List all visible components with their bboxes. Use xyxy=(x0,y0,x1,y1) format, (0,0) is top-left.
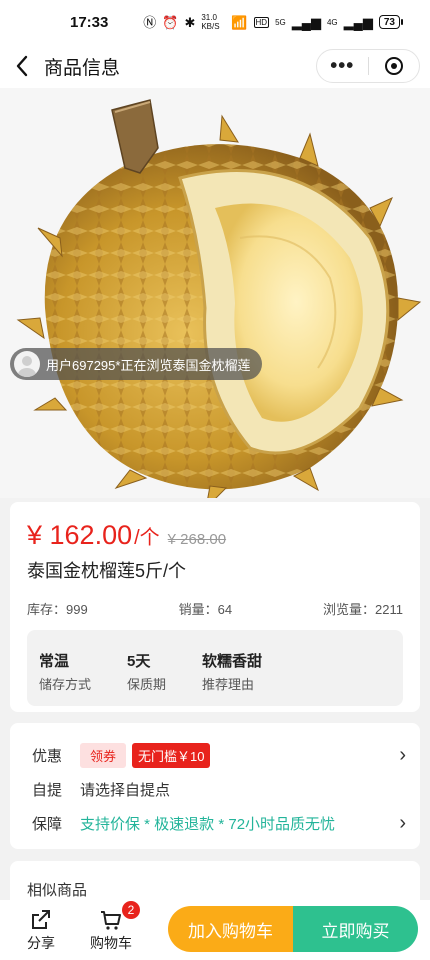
attribute-storage: 常温 储存方式 xyxy=(39,650,91,692)
discount-key: 优惠 xyxy=(32,747,63,765)
alarm-icon: ⏰ xyxy=(162,14,179,30)
attribute-value: 5天 xyxy=(127,653,151,670)
buy-now-button[interactable]: 立即购买 xyxy=(293,906,418,952)
current-price: ¥ 162.00 xyxy=(27,520,133,550)
cart-label: 购物车 xyxy=(90,935,132,951)
attribute-box: 常温 储存方式 5天 保质期 软糯香甜 推荐理由 xyxy=(27,630,403,706)
original-price: ¥ 268.00 xyxy=(167,531,227,548)
nfc-icon: Ⓝ xyxy=(143,14,157,30)
chevron-right-icon: › xyxy=(399,811,406,834)
avatar xyxy=(14,351,40,377)
action-button-group: 加入购物车 立即购买 xyxy=(168,906,418,952)
product-name: 泰国金枕榴莲5斤/个 xyxy=(27,561,187,581)
pickup-key: 自提 xyxy=(32,781,63,799)
share-icon xyxy=(28,907,54,933)
share-button[interactable]: 分享 xyxy=(10,907,72,953)
threshold-tag: 无门槛￥10 xyxy=(132,742,211,768)
product-image[interactable]: 用户697295*正在浏览泰国金枕榴莲 xyxy=(0,88,430,498)
attribute-label: 推荐理由 xyxy=(202,677,255,692)
more-dots-icon: ••• xyxy=(330,55,355,77)
chevron-left-icon xyxy=(16,55,28,77)
cart-count-badge: 2 xyxy=(122,901,140,919)
similar-products-title: 相似商品 xyxy=(27,882,88,899)
status-icons: Ⓝ ⏰ ✱ 31.0 KB/S 📶 HD 5G ▂▄▆ 4G ▂▄▆ 73 xyxy=(143,13,404,31)
attribute-label: 储存方式 xyxy=(39,677,92,692)
wifi-icon: 📶 xyxy=(231,14,248,30)
close-program-button[interactable] xyxy=(369,50,420,82)
stock-count: 库存：999 xyxy=(27,602,88,617)
attribute-label: 保质期 xyxy=(127,677,167,692)
pickup-row[interactable]: 自提 请选择自提点 xyxy=(32,775,398,803)
pickup-value: 请选择自提点 xyxy=(80,781,171,799)
price-row: ¥ 162.00 /个 ¥ 268.00 xyxy=(27,520,403,551)
view-count: 浏览量：2211 xyxy=(323,602,403,617)
guarantee-row[interactable]: 保障 支持价保 * 极速退款 * 72小时品质无忧 › xyxy=(32,809,406,837)
sales-count: 销量：64 xyxy=(178,602,233,617)
stats-row: 库存：999 销量：64 浏览量：2211 xyxy=(27,599,403,618)
attribute-shelf-life: 5天 保质期 xyxy=(127,650,166,692)
status-bar: 17:33 Ⓝ ⏰ ✱ 31.0 KB/S 📶 HD 5G ▂▄▆ 4G ▂▄▆… xyxy=(0,0,430,44)
signal-4g: 4G xyxy=(326,17,338,27)
target-icon xyxy=(384,57,403,75)
back-button[interactable] xyxy=(0,44,44,88)
guarantee-key: 保障 xyxy=(32,815,63,833)
durian-illustration xyxy=(16,99,422,498)
viewer-toast-text: 用户697295*正在浏览泰国金枕榴莲 xyxy=(46,357,251,373)
signal-bars-icon: ▂▄▆ xyxy=(291,14,321,30)
promo-card: 优惠 领券 无门槛￥10 › 自提 请选择自提点 保障 支持价保 * 极速退款 … xyxy=(10,723,420,849)
battery-icon: 73 xyxy=(378,15,404,29)
status-time: 17:33 xyxy=(70,13,109,31)
battery-level: 73 xyxy=(383,16,395,28)
bottom-bar: 分享 购物车 2 加入购物车 立即购买 xyxy=(0,900,430,960)
attribute-value: 常温 xyxy=(39,653,70,670)
attribute-reason: 软糯香甜 推荐理由 xyxy=(202,650,263,692)
share-label: 分享 xyxy=(27,935,55,951)
discount-row[interactable]: 优惠 领券 无门槛￥10 › xyxy=(32,741,406,769)
price-unit: /个 xyxy=(134,527,160,549)
mini-program-capsule: ••• xyxy=(316,49,420,83)
cart-icon xyxy=(98,907,124,933)
add-to-cart-button[interactable]: 加入购物车 xyxy=(168,906,293,952)
nav-bar: 商品信息 ••• xyxy=(0,44,430,88)
more-button[interactable]: ••• xyxy=(317,50,368,82)
coupon-tag[interactable]: 领券 xyxy=(80,742,127,768)
network-speed: 31.0 KB/S xyxy=(201,13,220,31)
bluetooth-icon: ✱ xyxy=(184,14,196,30)
viewer-toast: 用户697295*正在浏览泰国金枕榴莲 xyxy=(10,348,263,380)
hd-label: HD xyxy=(253,16,270,28)
price-card: ¥ 162.00 /个 ¥ 268.00 泰国金枕榴莲5斤/个 库存：999 销… xyxy=(10,502,420,712)
guarantee-value: 支持价保 * 极速退款 * 72小时品质无忧 xyxy=(80,815,336,833)
cart-button[interactable]: 购物车 2 xyxy=(80,901,142,953)
attribute-value: 软糯香甜 xyxy=(202,653,263,670)
signal-bars-icon-2: ▂▄▆ xyxy=(343,14,373,30)
chevron-right-icon: › xyxy=(399,743,406,766)
page-title: 商品信息 xyxy=(44,57,121,79)
signal-5g: 5G xyxy=(275,17,286,27)
